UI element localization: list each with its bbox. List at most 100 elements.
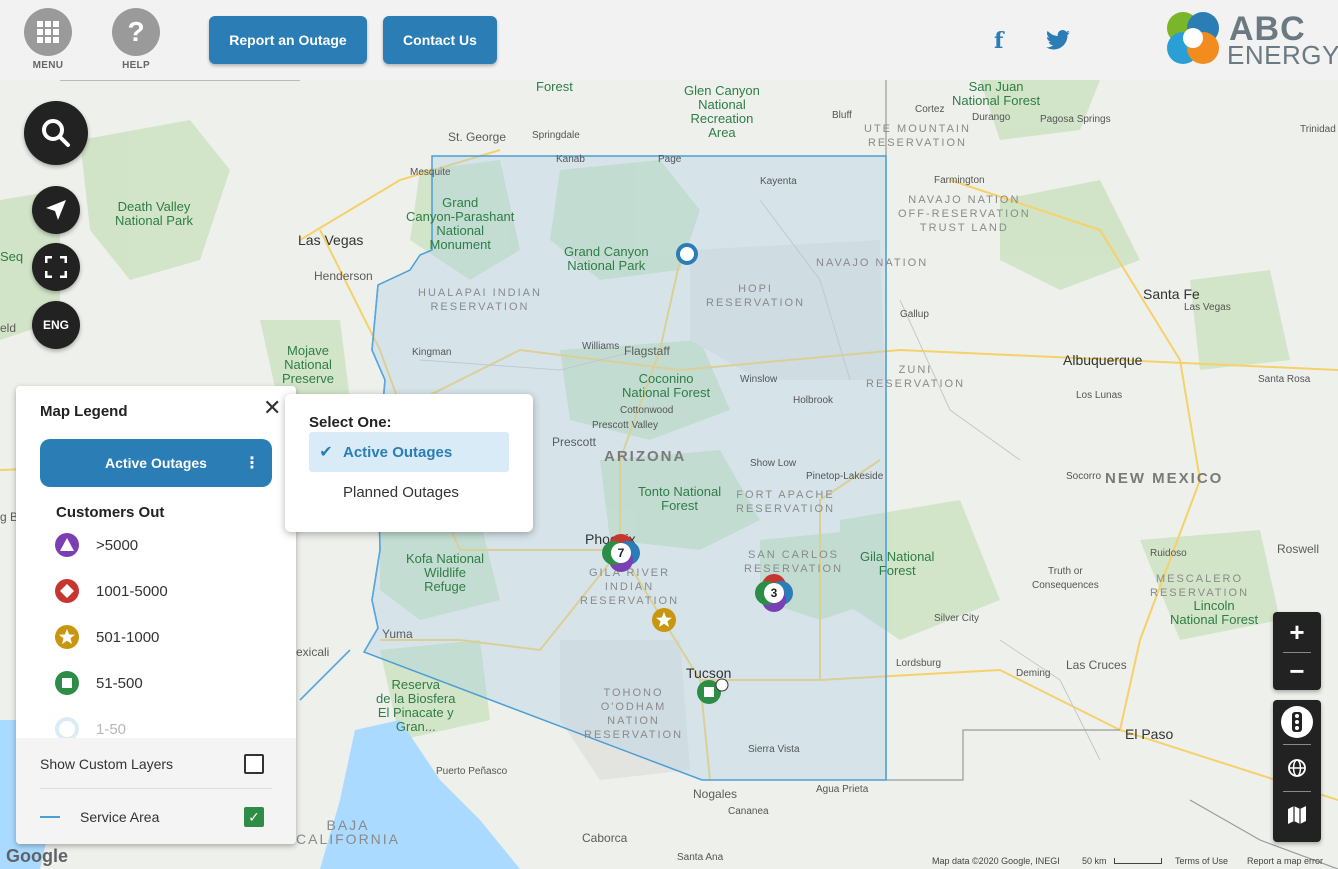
outage-cluster-phoenix[interactable]: 7 xyxy=(600,532,642,574)
map-label: Seq xyxy=(0,249,24,264)
service-area-label: Service Area xyxy=(80,809,160,825)
map-label: NEW MEXICO xyxy=(1105,470,1224,487)
map-label: NAVAJO NATION xyxy=(816,257,929,269)
option-active-outages[interactable]: ✔ Active Outages xyxy=(309,432,509,472)
legend-item-label: 1-50 xyxy=(96,720,127,738)
satellite-layer-button[interactable] xyxy=(1273,745,1321,791)
globe-icon xyxy=(1288,759,1306,777)
zoom-out-button[interactable]: − xyxy=(1273,653,1321,689)
map-label: Kayenta xyxy=(760,176,797,187)
report-map-error-link[interactable]: Report a map error xyxy=(1247,856,1323,866)
outage-type-dropdown: Select One: ✔ Active Outages Planned Out… xyxy=(285,394,533,532)
outage-view-selector[interactable]: Active Outages ⋮ xyxy=(40,439,272,487)
map-label: HUALAPAI INDIAN RESERVATION xyxy=(418,287,542,313)
map-label: San Juan National Forest xyxy=(952,80,1041,108)
terms-link[interactable]: Terms of Use xyxy=(1175,856,1228,866)
map-label: Kingman xyxy=(412,347,452,358)
map-label: Mojave National Preserve xyxy=(282,343,335,386)
map-label: Kanab xyxy=(556,154,585,165)
map-label: Sierra Vista xyxy=(748,744,800,755)
map-icon xyxy=(1288,806,1306,824)
green-square-icon xyxy=(55,671,79,695)
map-label: NAVAJO NATION OFF-RESERVATION TRUST LAND xyxy=(898,194,1031,234)
scale-label: 50 km xyxy=(1082,856,1107,866)
map-label: Page xyxy=(658,154,682,165)
map-label: Glen Canyon National Recreation Area xyxy=(684,83,760,140)
map-label: Truth or Consequences xyxy=(1032,566,1099,591)
outage-marker-small[interactable] xyxy=(675,242,699,266)
legend-item-label: 501-1000 xyxy=(96,628,160,646)
zoom-in-button[interactable]: + xyxy=(1273,612,1321,652)
outage-marker-star[interactable] xyxy=(650,606,678,634)
map-label: Ruidoso xyxy=(1150,548,1187,559)
menu-label: MENU xyxy=(32,60,64,71)
map-label: Gallup xyxy=(900,309,929,320)
map-label: Williams xyxy=(582,341,620,352)
map-label: Cortez xyxy=(915,104,945,115)
map-label: HOPI RESERVATION xyxy=(706,283,806,309)
legend-item: >5000 xyxy=(54,532,138,558)
locate-button[interactable] xyxy=(32,186,80,234)
map-label: exicali xyxy=(296,645,330,659)
traffic-layer-button[interactable] xyxy=(1273,700,1321,744)
scale-bar xyxy=(1114,858,1162,864)
service-area-checkbox[interactable]: ✓ xyxy=(244,807,264,827)
fullscreen-button[interactable] xyxy=(32,243,80,291)
report-outage-button[interactable]: Report an Outage xyxy=(209,16,367,64)
map-label: Las Cruces xyxy=(1066,658,1127,672)
contact-us-button[interactable]: Contact Us xyxy=(383,16,497,64)
cluster-count: 3 xyxy=(771,586,778,600)
show-custom-layers-checkbox[interactable] xyxy=(244,754,264,774)
map-label: Agua Prieta xyxy=(816,784,869,795)
navigation-arrow-icon xyxy=(46,200,66,220)
map-label: Pinetop-Lakeside xyxy=(806,471,884,482)
legend-item-label: 51-500 xyxy=(96,674,143,692)
search-button[interactable] xyxy=(24,101,88,165)
fullscreen-icon xyxy=(45,256,67,278)
map-label: Santa Rosa xyxy=(1258,374,1311,385)
map-label: TOHONO O'ODHAM NATION RESERVATION xyxy=(584,687,684,741)
legend-layers-section: Show Custom Layers Service Area ✓ xyxy=(16,738,296,844)
map-label: Puerto Peñasco xyxy=(436,766,508,777)
outage-marker-square[interactable] xyxy=(696,678,730,706)
map-label: Las Vegas xyxy=(298,232,364,248)
google-logo: Google xyxy=(6,846,68,866)
selected-view-label: Active Outages xyxy=(105,455,207,471)
twitter-icon[interactable] xyxy=(1046,30,1070,56)
map-label: eld xyxy=(0,321,17,335)
app-header: MENU ? HELP Report an Outage Contact Us … xyxy=(0,0,1338,80)
kebab-menu-icon[interactable]: ⋮ xyxy=(244,453,260,473)
map-label: Winslow xyxy=(740,374,778,385)
close-icon[interactable]: ✕ xyxy=(263,395,281,421)
map-label: Mesquite xyxy=(410,167,451,178)
map-label: Forest xyxy=(536,80,573,94)
language-button[interactable]: ENG xyxy=(32,301,80,349)
legend-item-label: >5000 xyxy=(96,536,139,554)
map-label: Kofa National Wildlife Refuge xyxy=(406,551,485,594)
map-label: Grand Canyon-Parashant National Monument xyxy=(406,195,515,252)
map-label: MESCALERO RESERVATION xyxy=(1150,573,1250,599)
map-label: St. George xyxy=(448,130,507,144)
map-label: Holbrook xyxy=(793,395,834,406)
dropdown-title: Select One: xyxy=(309,414,392,431)
map-label: Las Vegas xyxy=(1184,302,1231,313)
menu-button[interactable]: MENU xyxy=(24,8,72,71)
zoom-controls: + − xyxy=(1273,612,1321,690)
option-planned-outages[interactable]: Planned Outages xyxy=(309,472,509,512)
logo-text-energy: ENERGY xyxy=(1227,40,1338,70)
map-label: BAJA CALIFORNIA xyxy=(296,817,401,847)
map-label: Lincoln National Forest xyxy=(1170,598,1259,627)
map-label: Silver City xyxy=(934,613,980,624)
map-label: Bluff xyxy=(832,110,852,121)
outage-cluster-east[interactable]: 3 xyxy=(753,572,795,614)
map-label: Yuma xyxy=(382,627,413,641)
map-label: Socorro xyxy=(1066,471,1102,482)
help-button[interactable]: ? HELP xyxy=(112,8,160,71)
map-data-attribution: Map data ©2020 Google, INEGI xyxy=(932,856,1060,866)
map-label: Durango xyxy=(972,112,1011,123)
map-label: ARIZONA xyxy=(604,448,687,465)
map-layer-button[interactable] xyxy=(1273,792,1321,838)
facebook-icon[interactable]: f xyxy=(994,28,1003,54)
search-icon xyxy=(42,119,70,147)
map-label: Henderson xyxy=(314,269,373,283)
